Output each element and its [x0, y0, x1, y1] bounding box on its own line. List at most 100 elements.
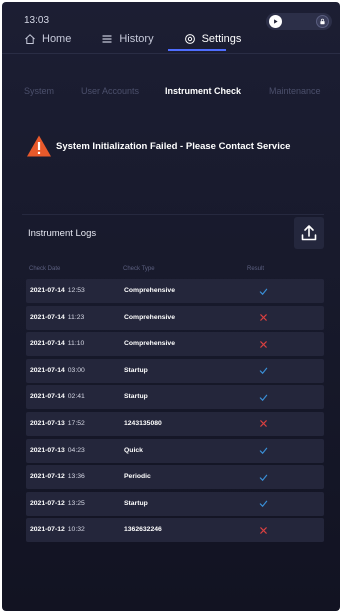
toggle-option-lock[interactable] — [316, 15, 329, 28]
check-icon — [259, 474, 267, 481]
check-type: Startup — [124, 366, 148, 374]
settings-subtabs: System User Accounts Instrument Check Ma… — [2, 86, 340, 100]
table-row[interactable]: 2021-07-13 04:23 Quick — [26, 438, 324, 463]
tab-system[interactable]: System — [24, 86, 54, 96]
column-header-date: Check Date — [29, 266, 61, 272]
check-time: 04:23 — [67, 446, 85, 454]
result-fail — [257, 412, 269, 436]
check-type: Comprehensive — [124, 287, 175, 294]
table-row[interactable]: 2021-07-14 02:41 Startup — [26, 385, 324, 410]
check-icon — [259, 394, 267, 401]
top-navigation: Home History Settings — [24, 30, 271, 48]
check-date-cell: 2021-07-12 13:25 — [30, 492, 85, 516]
table-row[interactable]: 2021-07-12 13:25 Startup — [26, 491, 324, 516]
nav-home-label: Home — [42, 33, 72, 45]
nav-home[interactable]: Home — [24, 33, 71, 45]
export-logs-button[interactable] — [294, 217, 324, 249]
table-row[interactable]: 2021-07-13 17:52 1243135080 — [26, 411, 324, 436]
check-icon — [259, 500, 267, 508]
check-type: Startup — [124, 499, 148, 507]
status-time: 13:03 — [24, 15, 50, 26]
check-date: 2021-07-12 — [30, 499, 65, 507]
warning-triangle-icon — [27, 135, 51, 157]
cross-icon — [259, 314, 267, 321]
check-date: 2021-07-12 — [30, 473, 65, 481]
check-type: Periodic — [124, 473, 151, 481]
table-row[interactable]: 2021-07-12 13:36 Periodic — [26, 465, 324, 490]
nav-history-label: History — [119, 33, 154, 45]
gear-icon — [184, 34, 195, 44]
check-date: 2021-07-14 — [30, 366, 65, 374]
cross-icon — [259, 420, 267, 428]
table-row[interactable]: 2021-07-14 03:00 Startup — [26, 358, 324, 383]
check-type: 1243135080 — [124, 419, 162, 427]
column-header-result: Result — [247, 266, 265, 272]
result-pass — [257, 492, 269, 516]
nav-settings[interactable]: Settings — [184, 33, 242, 45]
check-time: 11:10 — [67, 340, 85, 348]
tab-maintenance[interactable]: Maintenance — [269, 86, 321, 96]
check-date: 2021-07-14 — [30, 287, 65, 294]
result-pass — [257, 279, 269, 303]
check-type: Quick — [124, 446, 143, 454]
nav-divider — [2, 53, 340, 54]
check-date: 2021-07-14 — [30, 340, 65, 348]
table-row[interactable]: 2021-07-14 11:10 Comprehensive — [26, 332, 324, 357]
check-time: 03:00 — [67, 366, 85, 374]
check-type: Comprehensive — [124, 340, 175, 348]
nav-active-indicator — [168, 49, 226, 51]
result-pass — [257, 465, 269, 489]
check-time: 12:53 — [67, 287, 85, 294]
upload-icon — [301, 225, 317, 241]
check-icon — [259, 367, 267, 375]
result-pass — [257, 439, 269, 463]
alert-message: System Initialization Failed - Please Co… — [56, 140, 291, 152]
check-date-cell: 2021-07-14 11:10 — [30, 332, 84, 356]
check-time: 13:36 — [67, 473, 85, 481]
tab-instrument-check[interactable]: Instrument Check — [165, 86, 241, 96]
check-date-cell: 2021-07-12 13:36 — [30, 465, 85, 489]
logs-table-body: 2021-07-14 12:53 Comprehensive 2021-07-14 11… — [26, 279, 324, 545]
check-date: 2021-07-13 — [30, 446, 65, 454]
tab-user-accounts[interactable]: User Accounts — [81, 86, 139, 96]
check-time: 02:41 — [67, 393, 85, 401]
play-icon — [274, 19, 278, 24]
cross-icon — [259, 527, 267, 534]
result-pass — [257, 359, 269, 383]
instrument-screen: 13:03 Home History Settings System User … — [2, 2, 340, 611]
table-row[interactable]: 2021-07-14 11:23 Comprehensive — [26, 305, 324, 330]
check-date-cell: 2021-07-13 04:23 — [30, 439, 85, 463]
check-date: 2021-07-14 — [30, 393, 65, 401]
check-type: 1362632246 — [124, 526, 162, 534]
check-type: Startup — [124, 393, 148, 401]
table-row[interactable]: 2021-07-12 10:32 1362632246 — [26, 518, 324, 543]
nav-history[interactable]: History — [101, 33, 154, 45]
logs-table-header: Check Date Check Type Result — [2, 266, 340, 276]
list-icon — [102, 35, 112, 43]
check-date: 2021-07-12 — [30, 526, 65, 534]
result-pass — [257, 385, 269, 409]
home-icon — [25, 34, 35, 44]
table-row[interactable]: 2021-07-14 12:53 Comprehensive — [26, 279, 324, 303]
check-time: 10:32 — [67, 526, 85, 534]
check-time: 17:52 — [67, 419, 85, 427]
check-date-cell: 2021-07-12 10:32 — [30, 518, 85, 542]
check-date-cell: 2021-07-14 03:00 — [30, 359, 85, 383]
logs-title: Instrument Logs — [28, 228, 97, 239]
check-date-cell: 2021-07-14 02:41 — [30, 385, 85, 409]
result-fail — [257, 518, 269, 542]
toggle-option-light[interactable] — [269, 15, 282, 28]
mode-toggle[interactable] — [266, 13, 332, 30]
nav-settings-label: Settings — [201, 33, 242, 45]
check-icon — [259, 288, 267, 295]
section-divider — [22, 214, 324, 215]
check-date: 2021-07-13 — [30, 419, 65, 427]
check-icon — [259, 447, 267, 455]
check-date-cell: 2021-07-14 12:53 — [30, 279, 85, 303]
column-header-type: Check Type — [123, 266, 155, 272]
check-date-cell: 2021-07-13 17:52 — [30, 412, 85, 436]
check-time: 11:23 — [67, 313, 85, 321]
result-fail — [257, 306, 269, 330]
cross-icon — [259, 340, 267, 348]
error-alert: System Initialization Failed - Please Co… — [26, 134, 290, 158]
